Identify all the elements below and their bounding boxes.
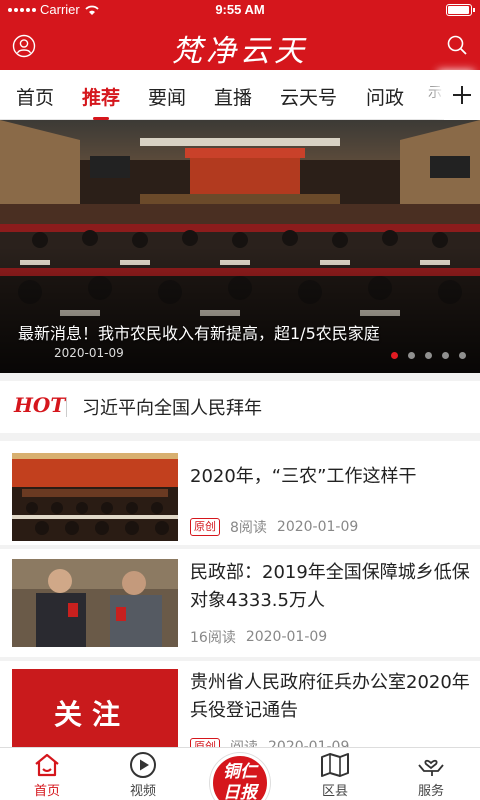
- hot-headline[interactable]: 习近平向全国人民拜年: [82, 394, 262, 420]
- nav-county-label: 区县: [321, 784, 348, 799]
- carousel-dot[interactable]: [408, 352, 415, 359]
- article-date: 2020-01-09: [268, 739, 350, 747]
- app-header: 梵净云天: [0, 20, 480, 70]
- battery-icon: [446, 4, 475, 16]
- thumbnail-text: 关注: [54, 698, 131, 731]
- nav-county[interactable]: 区县: [300, 750, 370, 799]
- center-label-bottom: 日报: [223, 783, 257, 800]
- tab-yuntian-account[interactable]: 云天号: [280, 83, 337, 110]
- play-icon: [130, 752, 156, 778]
- article-title[interactable]: 2020年，“三农”工作这样干: [190, 463, 470, 491]
- hot-news-bar[interactable]: HOT 习近平向全国人民拜年: [0, 381, 480, 433]
- nav-home-label: 首页: [33, 784, 60, 799]
- tongren-daily-button[interactable]: 铜仁 日报: [210, 753, 270, 800]
- tab-recommend[interactable]: 推荐: [82, 83, 120, 120]
- nav-video-label: 视频: [129, 784, 156, 799]
- read-count: 8阅读: [230, 520, 267, 536]
- article-date: 2020-01-09: [245, 629, 328, 645]
- original-badge: 原创: [190, 518, 220, 536]
- tab-live[interactable]: 直播: [214, 83, 252, 110]
- carousel-dot[interactable]: [425, 352, 432, 359]
- tab-inquiry[interactable]: 问政: [366, 83, 404, 110]
- status-time: 9:55 AM: [215, 2, 265, 17]
- hot-label: HOT: [14, 393, 66, 417]
- tab-home[interactable]: 首页: [16, 83, 54, 110]
- banner-date: 2020-01-09: [54, 346, 124, 360]
- home-icon: [35, 753, 59, 777]
- carousel-indicator: [391, 352, 466, 359]
- article-meta: 16阅读 2020-01-09: [190, 627, 327, 647]
- divider: [66, 397, 67, 417]
- article-title[interactable]: 贵州省人民政府征兵办公室2020年兵役登记通告: [190, 669, 470, 725]
- bottom-navigation: 首页 视频 铜仁 日报 区县 服务: [0, 747, 480, 800]
- tab-headlines[interactable]: 要闻: [148, 83, 186, 110]
- nav-home[interactable]: 首页: [12, 750, 82, 799]
- article-title[interactable]: 民政部：2019年全国保障城乡低保对象4333.5万人: [190, 559, 470, 615]
- carousel-dot[interactable]: [459, 352, 466, 359]
- article-thumbnail: [12, 453, 178, 541]
- original-badge: 原创: [190, 738, 220, 747]
- article-item[interactable]: 民政部：2019年全国保障城乡低保对象4333.5万人 16阅读 2020-01…: [0, 549, 480, 657]
- map-icon: [321, 753, 349, 777]
- tab-overflow[interactable]: 示: [428, 82, 442, 102]
- nav-service-label: 服务: [417, 784, 444, 799]
- carousel-dot[interactable]: [391, 352, 398, 359]
- banner-caption[interactable]: 最新消息！我市农民收入有新提高，超1/5农民家庭: [18, 320, 478, 344]
- article-item[interactable]: 关注 贵州省人民政府征兵办公室2020年兵役登记通告 原创 阅读 2020-01…: [0, 661, 480, 747]
- read-count: 阅读: [230, 737, 258, 747]
- service-hands-icon: [418, 759, 444, 776]
- nav-service[interactable]: 服务: [396, 750, 466, 799]
- nav-video[interactable]: 视频: [108, 750, 178, 799]
- read-count: 16阅读: [190, 630, 236, 646]
- center-label-top: 铜仁: [223, 762, 257, 782]
- status-bar: Carrier 9:55 AM: [0, 0, 480, 20]
- category-tabs: 首页 推荐 要闻 直播 云天号 问政 示: [0, 70, 480, 120]
- article-item[interactable]: 2020年，“三农”工作这样干 原创 8阅读 2020-01-09: [0, 441, 480, 545]
- article-date: 2020-01-09: [276, 519, 359, 535]
- add-channel-button[interactable]: [444, 70, 480, 120]
- article-meta: 原创 阅读 2020-01-09: [190, 737, 349, 747]
- banner-carousel[interactable]: 最新消息！我市农民收入有新提高，超1/5农民家庭 2020-01-09: [0, 120, 480, 373]
- article-meta: 原创 8阅读 2020-01-09: [190, 517, 358, 537]
- app-logo: 梵净云天: [172, 34, 308, 69]
- carousel-dot[interactable]: [442, 352, 449, 359]
- search-icon[interactable]: [446, 34, 468, 56]
- article-thumbnail: 关注: [12, 669, 178, 747]
- article-thumbnail: [12, 559, 178, 647]
